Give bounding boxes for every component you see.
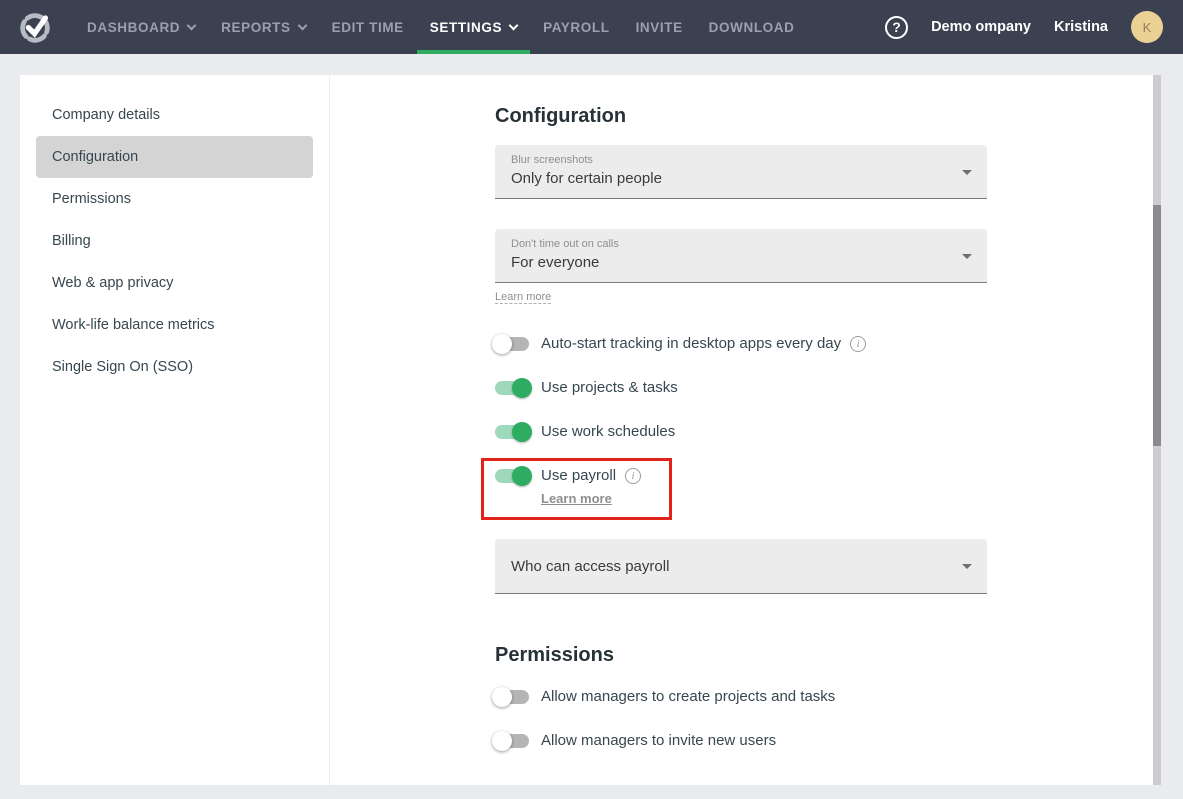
user-name[interactable]: Kristina: [1054, 19, 1108, 35]
sidebar-item-company-details[interactable]: Company details: [36, 94, 313, 136]
nav-item-label: SETTINGS: [430, 20, 502, 35]
nav-item-download[interactable]: DOWNLOAD: [696, 0, 808, 54]
toggle-label: Allow managers to invite new users: [541, 732, 776, 749]
toggle-label: Use projects & tasks: [541, 379, 678, 396]
nav-item-settings[interactable]: SETTINGS: [417, 0, 530, 54]
nav-item-invite[interactable]: INVITE: [623, 0, 696, 54]
payroll-access-select[interactable]: Who can access payroll: [495, 539, 987, 594]
managers-invite-users-toggle[interactable]: [495, 734, 529, 748]
avatar[interactable]: K: [1131, 11, 1163, 43]
autostart-toggle[interactable]: [495, 337, 529, 351]
main-nav: DASHBOARD REPORTS EDIT TIME SETTINGS PAY…: [74, 0, 807, 54]
create-projects-toggle-row: Allow managers to create projects and ta…: [495, 688, 987, 705]
caret-down-icon: [962, 170, 972, 175]
nav-item-label: INVITE: [636, 20, 683, 35]
select-value: Only for certain people: [511, 170, 947, 187]
invite-users-toggle-row: Allow managers to invite new users: [495, 732, 987, 749]
select-label: Blur screenshots: [511, 154, 947, 166]
toggle-label: Allow managers to create projects and ta…: [541, 688, 835, 705]
caret-down-icon: [962, 564, 972, 569]
sidebar-item-work-life-balance[interactable]: Work-life balance metrics: [36, 304, 313, 346]
configuration-title: Configuration: [495, 105, 987, 128]
sidebar-item-web-app-privacy[interactable]: Web & app privacy: [36, 262, 313, 304]
sidebar-item-sso[interactable]: Single Sign On (SSO): [36, 346, 313, 388]
nav-item-label: EDIT TIME: [332, 20, 404, 35]
settings-sidebar: Company details Configuration Permission…: [20, 75, 330, 785]
sidebar-item-permissions[interactable]: Permissions: [36, 178, 313, 220]
schedules-toggle-row: Use work schedules: [495, 423, 987, 440]
payroll-highlight-box: Use payroll i Learn more: [481, 458, 672, 520]
navbar-right: ? Demo ompany Kristina K: [885, 11, 1163, 43]
chevron-down-icon: [297, 20, 307, 30]
caret-down-icon: [962, 254, 972, 259]
chevron-down-icon: [187, 20, 197, 30]
permissions-title: Permissions: [495, 644, 987, 667]
scrollbar-thumb[interactable]: [1153, 205, 1161, 446]
info-icon[interactable]: i: [850, 336, 866, 352]
help-icon[interactable]: ?: [885, 16, 908, 39]
use-work-schedules-toggle[interactable]: [495, 425, 529, 439]
toggle-label: Use work schedules: [541, 423, 675, 440]
nav-item-label: DASHBOARD: [87, 20, 180, 35]
chevron-down-icon: [509, 20, 519, 30]
payroll-toggle-row: Use payroll i: [495, 467, 641, 484]
sidebar-item-billing[interactable]: Billing: [36, 220, 313, 262]
nav-item-reports[interactable]: REPORTS: [208, 0, 318, 54]
top-navbar: DASHBOARD REPORTS EDIT TIME SETTINGS PAY…: [0, 0, 1183, 54]
info-icon[interactable]: i: [625, 468, 641, 484]
settings-card: Company details Configuration Permission…: [20, 75, 1161, 785]
app-logo-icon[interactable]: [16, 8, 54, 46]
nav-item-label: PAYROLL: [543, 20, 609, 35]
payroll-learn-more-link[interactable]: Learn more: [541, 491, 612, 506]
projects-toggle-row: Use projects & tasks: [495, 379, 987, 396]
sidebar-item-configuration[interactable]: Configuration: [36, 136, 313, 178]
use-projects-toggle[interactable]: [495, 381, 529, 395]
company-name[interactable]: Demo ompany: [931, 19, 1031, 35]
nav-item-label: REPORTS: [221, 20, 290, 35]
nav-item-label: DOWNLOAD: [709, 20, 795, 35]
settings-content: Configuration Blur screenshots Only for …: [330, 75, 1161, 785]
toggle-label: Auto-start tracking in desktop apps ever…: [541, 335, 841, 352]
nav-item-edit-time[interactable]: EDIT TIME: [319, 0, 417, 54]
select-label: Don't time out on calls: [511, 238, 947, 250]
blur-screenshots-select[interactable]: Blur screenshots Only for certain people: [495, 145, 987, 199]
toggle-label: Use payroll: [541, 467, 616, 484]
use-payroll-toggle[interactable]: [495, 469, 529, 483]
timeout-learn-more-link[interactable]: Learn more: [495, 291, 551, 304]
nav-item-dashboard[interactable]: DASHBOARD: [74, 0, 208, 54]
nav-item-payroll[interactable]: PAYROLL: [530, 0, 622, 54]
select-value: Who can access payroll: [511, 558, 669, 575]
autostart-toggle-row: Auto-start tracking in desktop apps ever…: [495, 335, 987, 352]
timeout-calls-select[interactable]: Don't time out on calls For everyone: [495, 229, 987, 283]
managers-create-projects-toggle[interactable]: [495, 690, 529, 704]
select-value: For everyone: [511, 254, 947, 271]
